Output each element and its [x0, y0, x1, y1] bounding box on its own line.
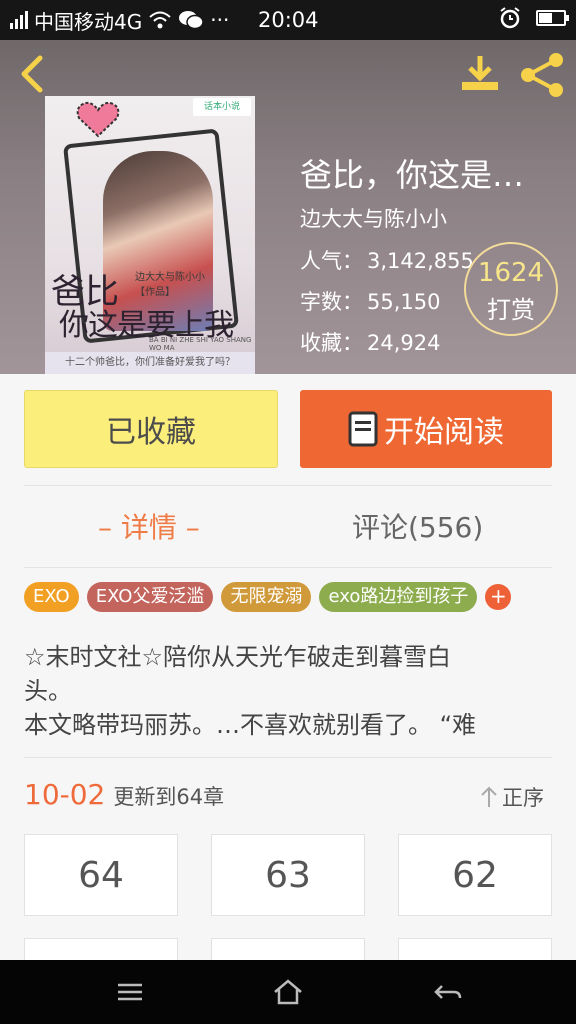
popularity-stat: 人气： 3,142,855: [300, 249, 474, 273]
download-icon[interactable]: [458, 52, 502, 96]
more-notifications-icon: ···: [210, 8, 230, 32]
update-text: 更新到64章: [113, 785, 225, 809]
reward-button[interactable]: 1624 打赏: [464, 242, 558, 336]
favorited-button[interactable]: 已收藏: [24, 390, 278, 468]
sort-order-button[interactable]: 正序: [480, 782, 544, 812]
chapter-button[interactable]: 63: [211, 834, 365, 916]
book-header: 话本小说 边大大与陈小小【作品】 爸比 你这是要上我吗 BA BI NI ZHE…: [0, 40, 576, 374]
reward-label: 打赏: [487, 296, 535, 324]
pixel-heart-icon: [76, 101, 120, 138]
update-info: 10-02 更新到64章: [24, 778, 224, 811]
carrier-label: 中国移动4G: [34, 9, 143, 34]
start-reading-button[interactable]: 开始阅读: [300, 390, 552, 468]
book-cover[interactable]: 话本小说 边大大与陈小小【作品】 爸比 你这是要上我吗 BA BI NI ZHE…: [45, 96, 255, 374]
start-reading-label: 开始阅读: [384, 415, 504, 450]
share-icon[interactable]: [520, 52, 566, 98]
divider: [24, 757, 552, 758]
chapter-button[interactable]: 64: [24, 834, 178, 916]
cover-tagline: 十二个帅爸比，你们准备好爱我了吗？: [45, 352, 255, 374]
tag-chip[interactable]: EXO: [24, 582, 79, 612]
reward-count: 1624: [477, 258, 545, 288]
battery-icon: [536, 10, 569, 26]
publisher-logo: 话本小说: [193, 98, 251, 116]
favorites-stat: 收藏： 24,924: [300, 331, 441, 355]
tag-chip[interactable]: 无限宠溺: [221, 582, 312, 612]
book-icon: [348, 411, 378, 447]
back-chevron-icon[interactable]: [14, 54, 50, 94]
clock: 20:04: [258, 8, 319, 32]
system-nav-bar: [0, 960, 576, 1024]
tab-comments[interactable]: 评论(556): [352, 506, 483, 546]
book-author[interactable]: 边大大与陈小小: [300, 203, 447, 233]
more-tags-button[interactable]: +: [485, 584, 512, 610]
menu-icon[interactable]: [114, 978, 146, 1006]
book-title: 爸比，你这是…: [300, 156, 525, 194]
tag-chip[interactable]: EXO父爱泛滥: [86, 582, 214, 612]
cover-author: 边大大与陈小小 【作品】: [135, 272, 205, 298]
chapter-button[interactable]: 62: [398, 834, 552, 916]
update-date: 10-02: [24, 778, 106, 811]
book-intro[interactable]: ☆末时文社☆陪你从天光乍破走到暮雪白 头。 本文略带玛丽苏。…不喜欢就别看了。 …: [24, 640, 552, 742]
intro-line: 头。: [24, 677, 72, 705]
tag-chip[interactable]: exo路边捡到孩子: [319, 582, 478, 612]
sort-label: 正序: [502, 786, 544, 810]
intro-line: ☆末时文社☆陪你从天光乍破走到暮雪白: [24, 643, 452, 671]
arrow-up-icon: [481, 786, 497, 807]
tag-list: EXO EXO父爱泛滥 无限宠溺 exo路边捡到孩子 +: [24, 582, 512, 612]
tab-detail[interactable]: – 详情 –: [98, 506, 200, 546]
signal-icon: [10, 11, 28, 29]
status-bar: 中国移动4G ··· 20:04: [0, 0, 576, 40]
wechat-icon: [179, 11, 204, 30]
wifi-icon: [149, 11, 171, 29]
cover-pinyin: BA BI NI ZHE SHI YAO SHANG WO MA: [149, 336, 252, 352]
favorited-label: 已收藏: [106, 415, 196, 450]
divider: [24, 567, 552, 568]
word-count-stat: 字数： 55,150: [300, 290, 441, 314]
alarm-icon: [500, 7, 520, 29]
intro-line: 本文略带玛丽苏。…不喜欢就别看了。 “难: [24, 711, 477, 739]
home-icon[interactable]: [272, 978, 304, 1006]
divider: [24, 485, 552, 486]
back-icon[interactable]: [432, 978, 464, 1006]
